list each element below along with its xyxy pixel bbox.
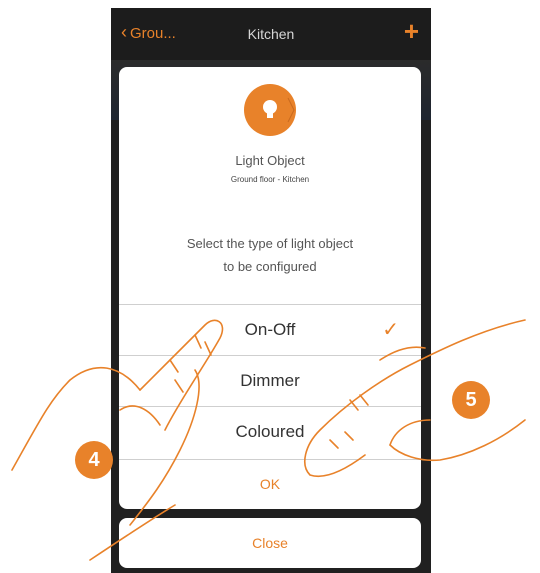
- instruction-line-2: to be configured: [223, 259, 317, 274]
- instruction-line-1: Select the type of light object: [186, 236, 354, 251]
- option-on-off[interactable]: On-Off ✓: [119, 304, 421, 355]
- option-label: Coloured: [235, 422, 305, 441]
- dialog-instruction: Select the type of light object to be co…: [149, 232, 391, 278]
- step-badge-4: 4: [75, 441, 113, 479]
- option-coloured[interactable]: Coloured: [119, 406, 421, 457]
- step-badge-5: 5: [452, 381, 490, 419]
- dialog-title: Light Object: [235, 153, 305, 168]
- checkmark-icon: ✓: [382, 319, 399, 341]
- page-title: Kitchen: [247, 26, 295, 42]
- option-label: On-Off: [244, 320, 296, 339]
- top-navbar: ‹ Grou... Kitchen +: [111, 8, 431, 60]
- ok-button[interactable]: OK: [119, 459, 421, 509]
- plus-icon[interactable]: +: [404, 16, 419, 47]
- lightbulb-icon: [244, 84, 296, 136]
- light-type-dialog: Light Object Ground floor - Kitchen Sele…: [119, 67, 421, 509]
- option-dimmer[interactable]: Dimmer: [119, 355, 421, 406]
- dialog-subtitle: Ground floor - Kitchen: [230, 175, 310, 184]
- close-button[interactable]: Close: [119, 518, 421, 568]
- option-label: Dimmer: [240, 371, 300, 390]
